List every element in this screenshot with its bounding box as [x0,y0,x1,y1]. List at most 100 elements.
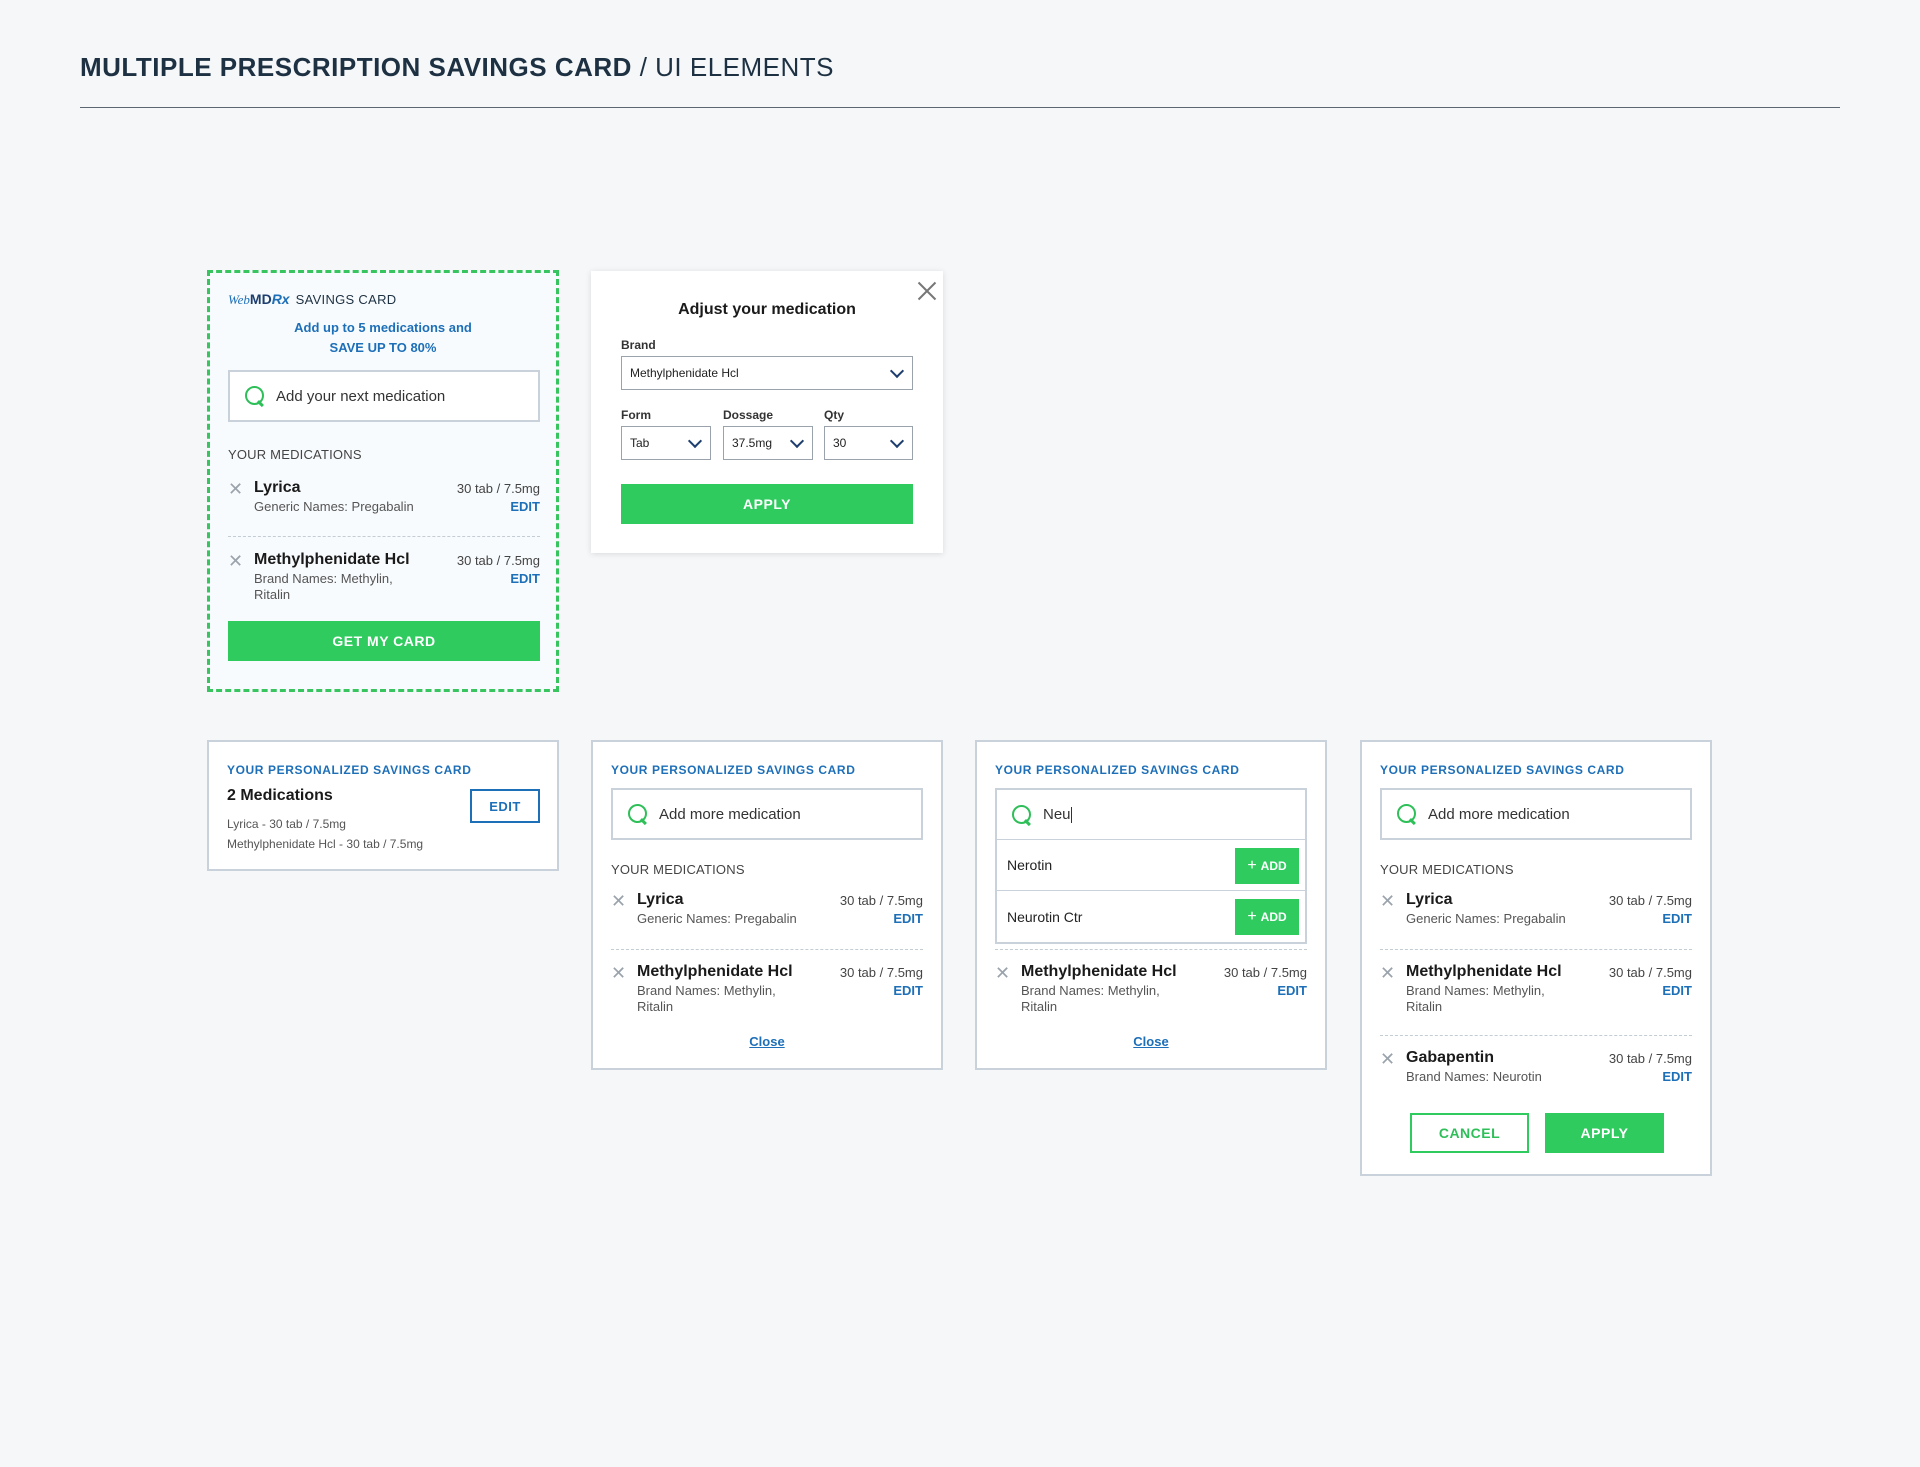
card-title: YOUR PERSONALIZED SAVINGS CARD [1380,763,1625,777]
search-icon [627,803,649,825]
remove-icon[interactable]: ✕ [228,480,243,498]
suggestion-label: Nerotin [1007,857,1053,873]
med-generic: Generic Names: Pregabalin [637,911,797,926]
search-input[interactable]: Neu [997,790,1305,840]
med-dose: 30 tab / 7.5mg [1608,893,1692,908]
close-link[interactable]: Close [977,1034,1325,1049]
page-title-sub: / UI ELEMENTS [631,52,835,82]
add-button[interactable]: + ADD [1235,899,1299,935]
form-select[interactable]: Tab [621,426,711,460]
brand-rx: Rx [271,291,290,307]
med-item-methylphenidate: ✕ Methylphenidate Hcl Brand Names: Methy… [1380,963,1692,1015]
divider [1380,1035,1692,1036]
med-dose: 30 tab / 7.5mg [1223,965,1307,980]
search-input[interactable]: Add your next medication [228,370,540,422]
edit-link[interactable]: EDIT [893,911,923,926]
remove-icon[interactable]: ✕ [1380,1050,1395,1068]
divider [1380,949,1692,950]
remove-icon[interactable]: ✕ [1380,964,1395,982]
chevron-down-icon [889,363,905,378]
brand-web: Web [228,292,250,307]
add-label: ADD [1260,910,1287,924]
promo-line-2: SAVE UP TO 80% [329,340,437,355]
qty-select[interactable]: 30 [824,426,913,460]
get-my-card-button[interactable]: GET MY CARD [228,621,540,661]
promo-line-1: Add up to 5 medications and [294,320,472,335]
add-medication-input[interactable]: Add more medication [611,788,923,840]
brand-label: SAVINGS CARD [295,292,397,307]
med-brand-2: Ritalin [1406,999,1443,1014]
add-medication-input[interactable]: Add more medication [1380,788,1692,840]
section-label: YOUR MEDICATIONS [1380,862,1514,877]
personalized-card-summary: YOUR PERSONALIZED SAVINGS CARD 2 Medicat… [207,740,559,871]
med-brand-2: Ritalin [637,999,674,1014]
remove-icon[interactable]: ✕ [228,552,243,570]
med-item-lyrica: ✕ Lyrica Generic Names: Pregabalin 30 ta… [1380,891,1692,927]
apply-button[interactable]: APPLY [621,484,913,524]
brand-select[interactable]: Methylphenidate Hcl [621,356,913,390]
brand-logo: Web MDRx SAVINGS CARD [228,291,396,308]
section-label: YOUR MEDICATIONS [611,862,745,877]
med-generic: Generic Names: Pregabalin [1406,911,1566,926]
edit-link[interactable]: EDIT [893,983,923,998]
edit-button[interactable]: EDIT [470,789,540,823]
search-placeholder: Add more medication [659,805,801,823]
close-link[interactable]: Close [593,1034,941,1049]
suggestion-item[interactable]: Nerotin + ADD [997,840,1305,891]
personalized-card-add: YOUR PERSONALIZED SAVINGS CARD Add more … [591,740,943,1070]
apply-button[interactable]: APPLY [1545,1113,1664,1153]
search-placeholder: Add your next medication [276,387,446,405]
med-brand-2: Ritalin [1021,999,1058,1014]
med-brand: Brand Names: Neurotin [1406,1069,1542,1084]
card-title: YOUR PERSONALIZED SAVINGS CARD [227,763,472,777]
add-button[interactable]: + ADD [1235,848,1299,884]
suggestion-item[interactable]: Neurotin Ctr + ADD [997,891,1305,942]
qty-value: 30 [833,436,847,450]
form-value: Tab [630,436,650,450]
edit-link[interactable]: EDIT [510,499,540,514]
remove-icon[interactable]: ✕ [611,892,626,910]
header-divider [80,107,1840,108]
search-dropdown: Neu Nerotin + ADD Neurotin Ctr + ADD [995,788,1307,944]
add-label: ADD [1260,859,1287,873]
med-dose: 30 tab / 7.5mg [839,965,923,980]
brand-mdrx: MDRx [250,291,290,307]
remove-icon[interactable]: ✕ [611,964,626,982]
medication-count: 2 Medications [227,787,333,804]
summary-line-2: Methylphenidate Hcl - 30 tab / 7.5mg [227,837,424,851]
edit-link[interactable]: EDIT [1662,1069,1692,1084]
brand-value: Methylphenidate Hcl [630,366,739,380]
med-dose: 30 tab / 7.5mg [456,481,540,496]
med-brand-2: Ritalin [254,587,291,602]
dosage-label: Dossage [723,408,774,422]
search-placeholder: Add more medication [1428,805,1570,823]
edit-link[interactable]: EDIT [510,571,540,586]
close-icon[interactable] [917,281,937,301]
search-icon [1011,804,1033,826]
page-title: MULTIPLE PRESCRIPTION SAVINGS CARD / UI … [80,52,834,83]
edit-link[interactable]: EDIT [1662,983,1692,998]
cancel-button[interactable]: CANCEL [1410,1113,1529,1153]
med-dose: 30 tab / 7.5mg [1608,965,1692,980]
med-brand: Brand Names: Methylin, [1406,983,1545,998]
search-icon [244,385,266,407]
edit-link[interactable]: EDIT [1277,983,1307,998]
divider [228,536,540,537]
suggestion-label: Neurotin Ctr [1007,908,1083,925]
remove-icon[interactable]: ✕ [1380,892,1395,910]
edit-link[interactable]: EDIT [1662,911,1692,926]
plus-icon: + [1247,857,1257,874]
med-dose: 30 tab / 7.5mg [1608,1051,1692,1066]
plus-icon: + [1247,908,1257,925]
search-query: Neu [1043,806,1071,823]
form-label: Form [621,408,651,422]
text-cursor [1070,806,1072,823]
med-brand: Brand Names: Methylin, [1021,983,1160,998]
dosage-select[interactable]: 37.5mg [723,426,813,460]
savings-card-widget: Web MDRx SAVINGS CARD Add up to 5 medica… [207,270,559,692]
med-brand: Brand Names: Methylin, [637,983,776,998]
med-generic: Generic Names: Pregabalin [254,499,414,514]
qty-label: Qty [824,408,845,422]
med-item-methylphenidate: ✕ Methylphenidate Hcl Brand Names: Methy… [228,551,540,603]
remove-icon[interactable]: ✕ [995,964,1010,982]
